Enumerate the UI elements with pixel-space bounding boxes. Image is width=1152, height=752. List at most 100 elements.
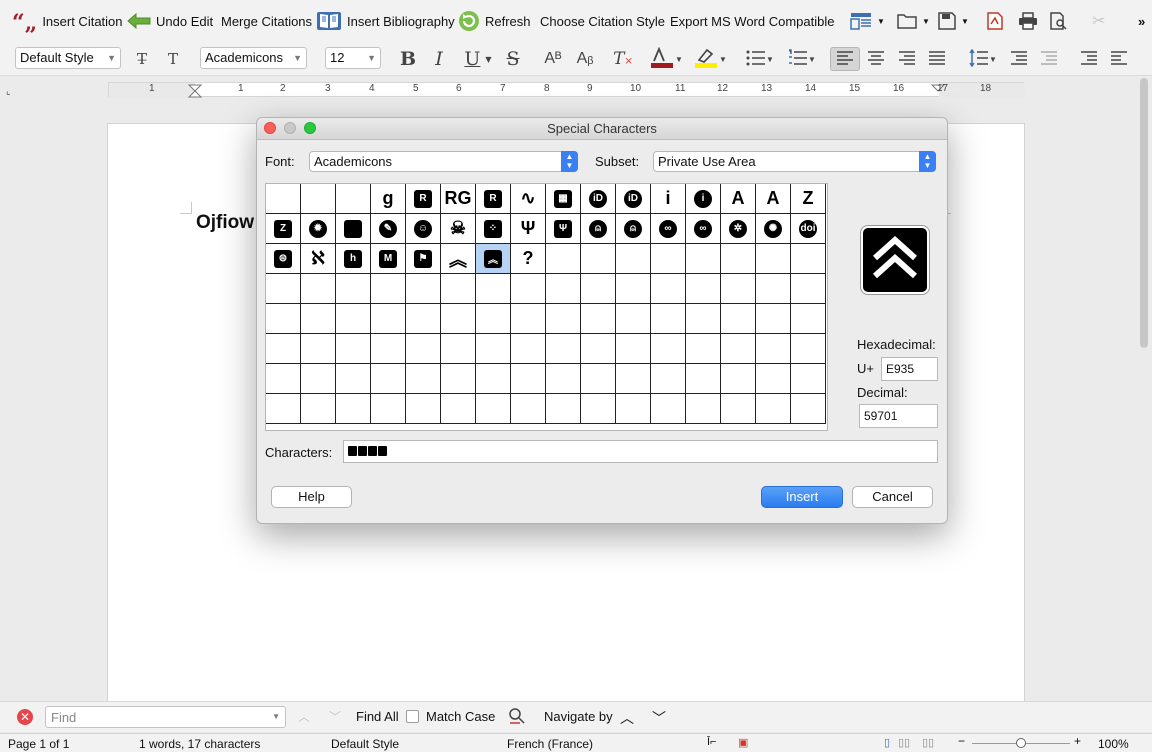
character-cell[interactable]	[651, 334, 686, 364]
font-select[interactable]: Academicons ▲ ▼	[309, 151, 578, 172]
character-cell[interactable]	[476, 304, 511, 334]
insert-mode-icon[interactable]: Ī⌐	[707, 736, 716, 748]
character-cell[interactable]	[581, 244, 616, 274]
print-preview-button[interactable]	[1050, 10, 1068, 32]
align-center-button[interactable]	[864, 47, 888, 71]
character-cell[interactable]	[336, 394, 371, 424]
character-cell[interactable]	[266, 364, 301, 394]
close-window-button[interactable]	[264, 122, 276, 134]
character-cell[interactable]	[546, 364, 581, 394]
character-cell[interactable]	[441, 304, 476, 334]
find-input[interactable]: Find ▼	[45, 706, 286, 728]
paragraph-style-select[interactable]: Default Style ▼	[15, 47, 121, 69]
character-cell[interactable]: ⁘	[476, 214, 511, 244]
character-cell[interactable]	[651, 364, 686, 394]
match-case-checkbox[interactable]	[406, 710, 419, 723]
character-cell[interactable]	[616, 394, 651, 424]
character-cell[interactable]	[371, 304, 406, 334]
character-cell[interactable]	[686, 394, 721, 424]
horizontal-ruler[interactable]: 1 1 2 3 4 5 6 7 8 9 10 11 12 13 14 15 16 17 18	[108, 82, 1025, 98]
cut-button[interactable]: ✂	[1092, 10, 1105, 32]
character-cell[interactable]: ✎	[371, 214, 406, 244]
document-modified-icon[interactable]: ▣	[738, 736, 748, 749]
character-cell[interactable]: R	[476, 184, 511, 214]
zoom-in-button[interactable]: +	[1074, 734, 1081, 748]
line-spacing-button[interactable]: ▼	[964, 47, 1002, 71]
character-cell[interactable]	[371, 394, 406, 424]
character-cell[interactable]	[301, 364, 336, 394]
update-style-button[interactable]: T̶	[130, 47, 154, 71]
underline-button[interactable]: U ▼	[458, 47, 498, 71]
character-cell[interactable]: ⊜	[266, 244, 301, 274]
character-cell[interactable]	[756, 334, 791, 364]
character-cell[interactable]	[581, 364, 616, 394]
character-cell[interactable]	[546, 394, 581, 424]
character-cell[interactable]	[756, 244, 791, 274]
character-cell[interactable]: ☠	[441, 214, 476, 244]
vertical-scrollbar[interactable]	[1136, 76, 1152, 696]
zoom-window-button[interactable]	[304, 122, 316, 134]
word-count[interactable]: 1 words, 17 characters	[139, 737, 260, 751]
character-cell[interactable]	[616, 364, 651, 394]
character-cell[interactable]	[511, 334, 546, 364]
book-view-icon[interactable]: ▯▯	[922, 736, 934, 749]
character-cell[interactable]	[406, 304, 441, 334]
tab-stop-icon[interactable]: ⌞	[6, 86, 11, 97]
character-cell[interactable]: iD	[581, 184, 616, 214]
character-cell[interactable]: i	[651, 184, 686, 214]
character-cell[interactable]	[756, 364, 791, 394]
character-cell[interactable]: ∿	[511, 184, 546, 214]
multi-page-view-icon[interactable]: ▯▯	[898, 736, 910, 749]
character-cell[interactable]	[371, 274, 406, 304]
character-cell[interactable]: A	[756, 184, 791, 214]
align-left-button[interactable]	[830, 47, 860, 71]
cancel-button[interactable]: Cancel	[852, 486, 933, 508]
zoom-slider[interactable]	[972, 738, 1070, 748]
character-cell[interactable]: ⚑	[406, 244, 441, 274]
character-cell[interactable]: ✹	[301, 214, 336, 244]
character-cell[interactable]: ✺	[756, 214, 791, 244]
character-cell[interactable]	[511, 364, 546, 394]
clear-formatting-button[interactable]: T×	[611, 47, 635, 71]
character-cell[interactable]	[441, 334, 476, 364]
character-cell[interactable]	[266, 274, 301, 304]
undo-edit-button[interactable]: Undo Edit	[127, 10, 213, 32]
character-cell[interactable]	[336, 274, 371, 304]
character-cell[interactable]	[336, 334, 371, 364]
character-cell[interactable]: i	[686, 184, 721, 214]
character-cell[interactable]: R	[406, 184, 441, 214]
character-cell[interactable]	[301, 394, 336, 424]
character-cell[interactable]	[441, 274, 476, 304]
new-style-button[interactable]: T	[161, 47, 185, 71]
character-cell[interactable]	[791, 334, 826, 364]
bullet-list-button[interactable]: ▼	[742, 47, 778, 71]
character-cell[interactable]	[406, 334, 441, 364]
character-cell[interactable]	[476, 394, 511, 424]
strikethrough-button[interactable]: S	[501, 47, 525, 71]
character-cell[interactable]	[546, 304, 581, 334]
character-cell[interactable]	[721, 274, 756, 304]
character-cell[interactable]	[721, 304, 756, 334]
save-button[interactable]: ▼	[938, 10, 969, 32]
character-cell[interactable]: ⍝	[616, 214, 651, 244]
character-cell[interactable]: A	[721, 184, 756, 214]
character-cell[interactable]	[511, 304, 546, 334]
close-find-icon[interactable]: ✕	[17, 709, 33, 725]
character-cell[interactable]: ℵ	[301, 244, 336, 274]
subscript-button[interactable]: Aᵦ	[573, 47, 597, 71]
character-cell[interactable]: h	[336, 244, 371, 274]
zoom-out-button[interactable]: −	[958, 734, 965, 748]
insert-bibliography-button[interactable]: Insert Bibliography	[316, 10, 455, 32]
character-cell[interactable]	[616, 334, 651, 364]
character-cell[interactable]	[756, 304, 791, 334]
character-cell[interactable]	[791, 304, 826, 334]
zoom-level[interactable]: 100%	[1098, 737, 1129, 751]
character-cell[interactable]	[721, 364, 756, 394]
character-cell[interactable]	[686, 274, 721, 304]
find-replace-icon[interactable]	[508, 707, 526, 728]
character-cell[interactable]	[791, 274, 826, 304]
justify-button[interactable]	[925, 47, 949, 71]
text-language[interactable]: French (France)	[507, 737, 593, 751]
decimal-field[interactable]: 59701	[859, 404, 938, 428]
increase-indent-button[interactable]	[1077, 47, 1101, 71]
